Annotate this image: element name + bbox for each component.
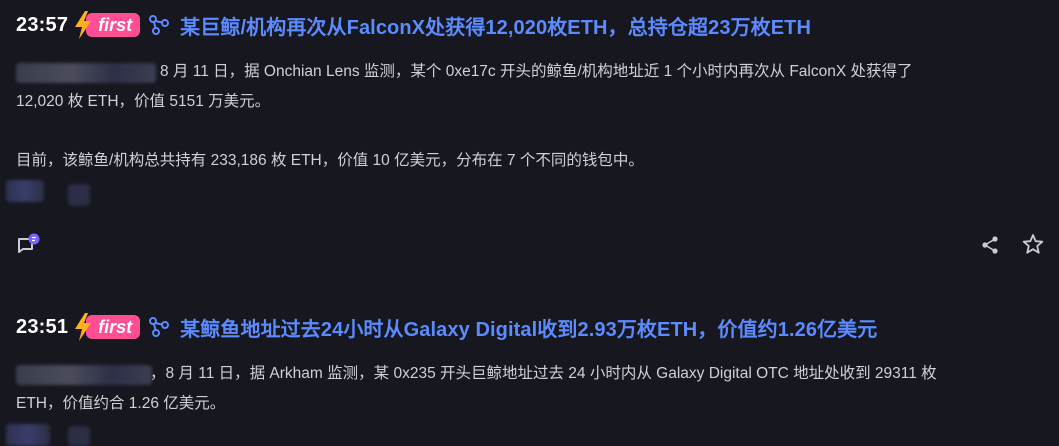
- news-time: 23:57: [16, 13, 69, 36]
- first-badge-label: first: [86, 13, 141, 37]
- source-avatar-blurred: [16, 365, 152, 385]
- news-body-line: 8 月 11 日，据 Onchian Lens 监测，某个 0xe17c 开头的…: [160, 63, 913, 80]
- blurred-content: [6, 424, 50, 446]
- share-icon[interactable]: [980, 235, 1000, 255]
- news-item-header: 23:57 first 某巨鲸/机构再次从FalconX处获得12,020枚ET…: [16, 10, 811, 40]
- blurred-content: [68, 426, 90, 446]
- news-item-header: 23:51 first 某鲸鱼地址过去24小时从Galaxy Digital收到…: [16, 312, 877, 342]
- news-time: 23:51: [16, 315, 69, 338]
- lightning-bolt-icon: [75, 11, 92, 39]
- news-title-link[interactable]: 某鲸鱼地址过去24小时从Galaxy Digital收到2.93万枚ETH，价值…: [180, 313, 877, 342]
- first-badge: first: [72, 11, 141, 39]
- news-body-line: 12,020 枚 ETH，价值 5151 万美元。: [16, 93, 271, 110]
- star-icon[interactable]: [1022, 233, 1044, 255]
- news-body-line: ETH，价值约合 1.26 亿美元。: [16, 395, 226, 412]
- comment-icon[interactable]: [16, 232, 40, 256]
- link-graph-icon[interactable]: [148, 316, 170, 338]
- first-badge-label: first: [86, 315, 141, 339]
- lightning-bolt-icon: [75, 313, 92, 341]
- news-title-link[interactable]: 某巨鲸/机构再次从FalconX处获得12,020枚ETH，总持仓超23万枚ET…: [180, 11, 811, 40]
- news-body-line: ，8 月 11 日，据 Arkham 监测，某 0x235 开头巨鲸地址过去 2…: [150, 365, 937, 382]
- first-badge: first: [72, 313, 141, 341]
- news-feed: 23:57 first 某巨鲸/机构再次从FalconX处获得12,020枚ET…: [0, 0, 1059, 446]
- blurred-content: [6, 180, 44, 202]
- blurred-content: [68, 184, 90, 206]
- link-graph-icon[interactable]: [148, 14, 170, 36]
- news-body-line: 目前，该鲸鱼/机构总共持有 233,186 枚 ETH，价值 10 亿美元，分布…: [16, 152, 644, 169]
- source-avatar-blurred: [16, 63, 156, 83]
